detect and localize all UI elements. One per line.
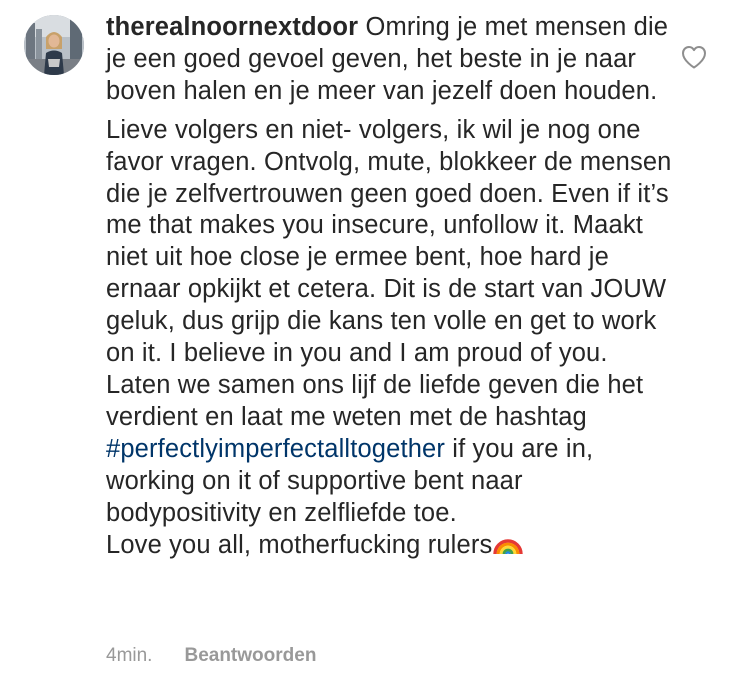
comment-paragraph: Lieve volgers en niet- volgers, ik wil j… [106,115,676,530]
rainbow-icon [493,530,524,556]
reply-button[interactable]: Beantwoorden [184,645,316,667]
avatar[interactable] [24,15,84,75]
username-link[interactable]: therealnoornextdoor [106,13,358,41]
comment-meta: 4min. Beantwoorden [106,645,316,667]
comment-paragraph-text: Lieve volgers en niet- volgers, ik wil j… [106,115,672,431]
heart-icon[interactable] [680,44,708,70]
comment-timestamp: 4min. [106,645,153,666]
comment-closing-text: Love you all, motherfucking rulers [106,530,493,559]
comment-body: therealnoornextdoor Omring je met mensen… [106,12,676,561]
comment-intro: therealnoornextdoor Omring je met mensen… [106,12,676,108]
comment: therealnoornextdoor Omring je met mensen… [0,0,750,698]
hashtag-link[interactable]: #perfectlyimperfectalltogether [106,435,445,463]
comment-closing: Love you all, motherfucking rulers [106,530,676,562]
avatar-photo [24,15,84,75]
